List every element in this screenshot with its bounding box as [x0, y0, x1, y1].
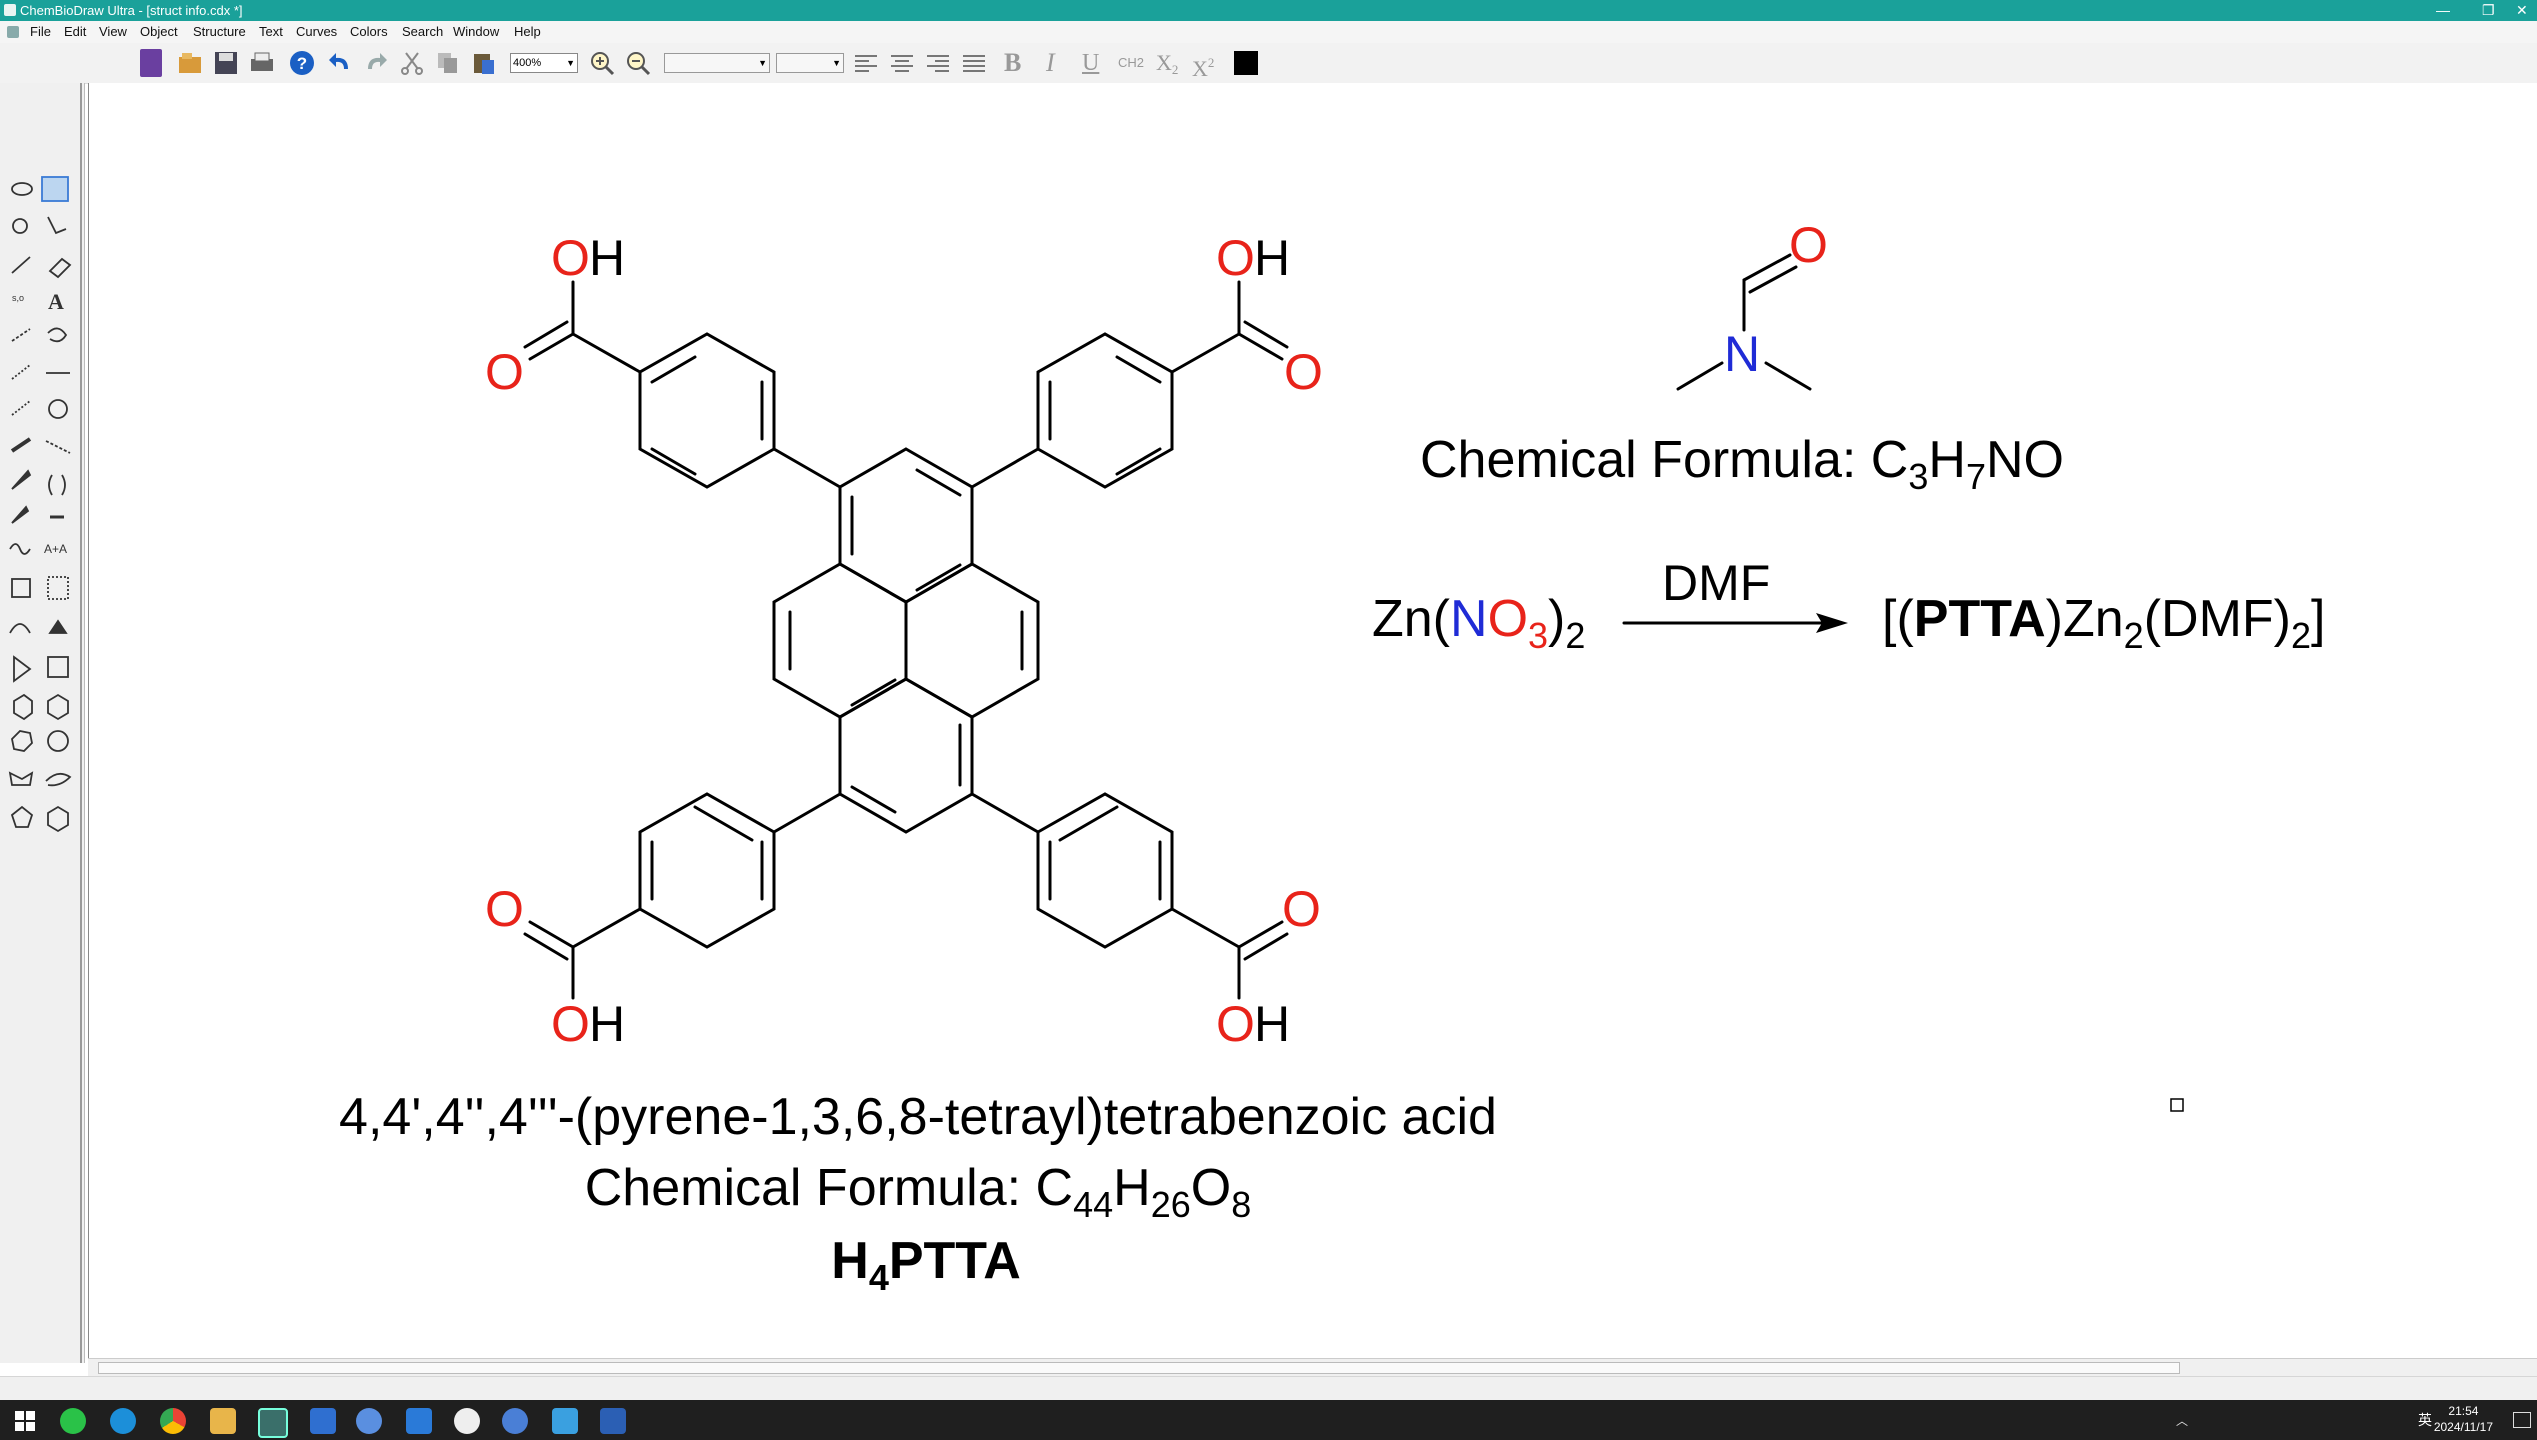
ptta-ligand-bonds: [523, 253, 1832, 1000]
atom-h: H: [589, 230, 625, 286]
scrollbar-thumb[interactable]: [98, 1362, 2180, 1374]
chemistry-drawing: O H O O H O O O H O O H O N Chemical For…: [339, 217, 2325, 1298]
horizontal-scrollbar[interactable]: [88, 1358, 2537, 1377]
ligand-abbreviation: H4PTTA: [831, 1232, 1021, 1298]
chemdraw-icon[interactable]: [258, 1408, 288, 1438]
atom-h: H: [589, 996, 625, 1052]
ligand-name: 4,4',4'',4'''-(pyrene-1,3,6,8-tetrayl)te…: [339, 1088, 1497, 1146]
start-icon[interactable]: [12, 1408, 38, 1434]
system-tray[interactable]: ︿: [2176, 1412, 2376, 1428]
ligand-formula: Chemical Formula: C44H26O8: [585, 1159, 1251, 1225]
app-icon[interactable]: [502, 1408, 528, 1434]
calculator-icon[interactable]: [310, 1408, 336, 1434]
atom-labels: O H O O H O O O H O O H O N: [485, 217, 1828, 1052]
ime-indicator[interactable]: 英: [2418, 1410, 2432, 1430]
atom-o: O: [1282, 881, 1321, 937]
clock-time: 21:54: [2448, 1404, 2479, 1418]
feishu-icon[interactable]: [406, 1408, 432, 1434]
browser-icon[interactable]: [356, 1408, 382, 1434]
atom-o: O: [485, 344, 524, 400]
atom-o: O: [551, 230, 590, 286]
chrome-icon[interactable]: [160, 1408, 186, 1434]
atom-o: O: [1789, 217, 1828, 273]
atom-o: O: [1216, 996, 1255, 1052]
status-bar: [0, 1376, 2537, 1401]
edge-icon[interactable]: [110, 1408, 136, 1434]
dmf-formula: Chemical Formula: C3H7NO: [1420, 431, 2064, 497]
clock-date: 2024/11/17: [2433, 1420, 2493, 1434]
atom-h: H: [1254, 230, 1290, 286]
qq-icon[interactable]: [454, 1408, 480, 1434]
atom-o: O: [485, 881, 524, 937]
product-mof: [(PTTA)Zn2(DMF)2]: [1882, 590, 2325, 656]
atom-n: N: [1724, 326, 1760, 382]
file-explorer-icon[interactable]: [210, 1408, 236, 1434]
wechat-icon[interactable]: [60, 1408, 86, 1434]
reactant-zinc-nitrate: Zn(NO3)2: [1372, 590, 1585, 656]
atom-o: O: [1216, 230, 1255, 286]
atom-h: H: [1254, 996, 1290, 1052]
selection-handle[interactable]: [2170, 1098, 2184, 1112]
chevron-up-icon[interactable]: ︿: [2176, 1414, 2188, 1428]
notification-icon[interactable]: [2513, 1412, 2531, 1428]
atom-o: O: [1284, 344, 1323, 400]
taskbar: ︿ 英 21:54 2024/11/17: [0, 1400, 2537, 1440]
word-icon[interactable]: [600, 1408, 626, 1434]
origin-icon[interactable]: [552, 1408, 578, 1434]
clock[interactable]: 21:54 2024/11/17: [2434, 1403, 2493, 1435]
atom-o: O: [551, 996, 590, 1052]
reaction-solvent: DMF: [1662, 555, 1770, 611]
